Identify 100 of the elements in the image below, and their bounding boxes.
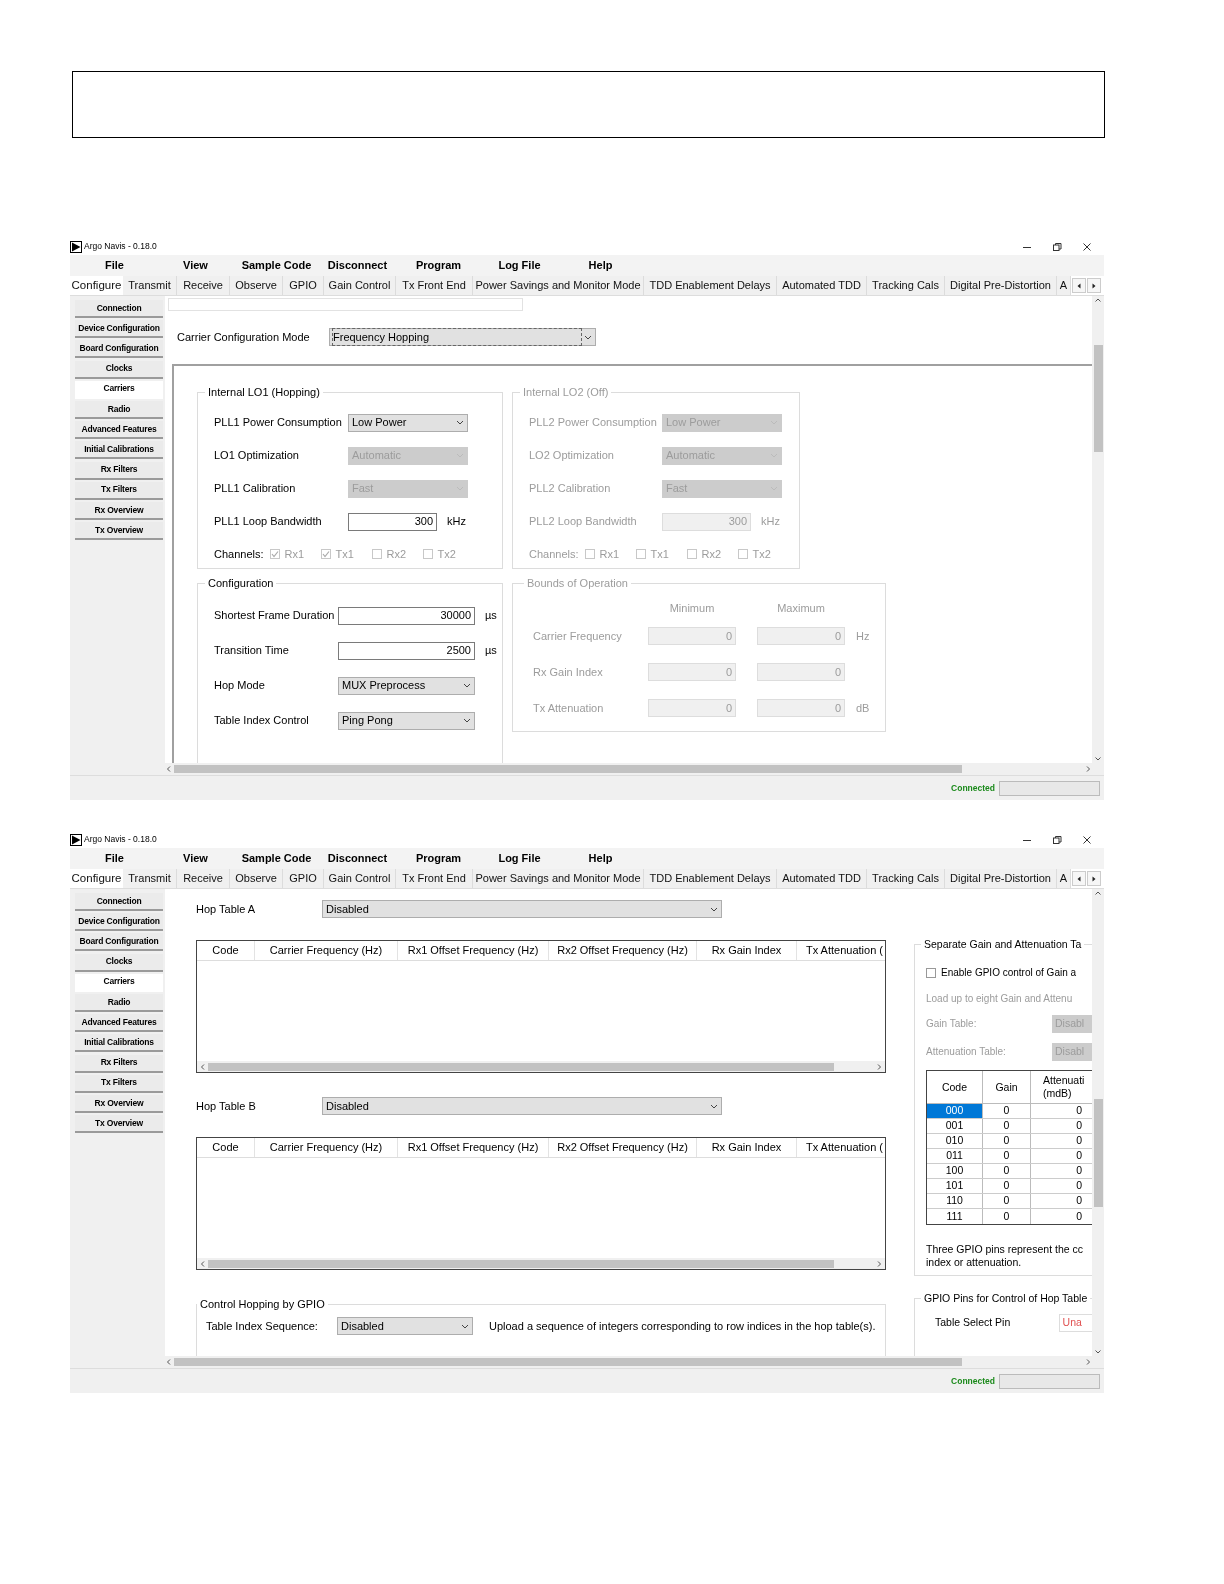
horizontal-scrollbar[interactable] <box>197 1061 885 1072</box>
tab[interactable]: Automated TDD <box>777 869 867 888</box>
tab[interactable]: A <box>1057 869 1071 888</box>
checkbox[interactable] <box>422 549 433 559</box>
sidebar-button[interactable]: Rx Filters <box>75 461 163 480</box>
tab[interactable]: Tracking Cals <box>867 276 945 295</box>
sidebar-button[interactable]: Tx Filters <box>75 1074 163 1093</box>
scroll-up-icon[interactable] <box>1094 889 1102 897</box>
scroll-up-icon[interactable] <box>1094 296 1102 304</box>
menu-item[interactable]: Help <box>560 850 641 867</box>
tab[interactable]: Digital Pre-Distortion <box>945 869 1057 888</box>
checkbox[interactable] <box>371 549 382 559</box>
scroll-down-icon[interactable] <box>1094 1348 1102 1356</box>
scroll-right-icon[interactable] <box>875 1259 883 1268</box>
dropdown[interactable]: MUX Preprocess <box>338 676 475 695</box>
dropdown[interactable]: Frequency Hopping <box>329 328 596 346</box>
tab[interactable]: GPIO <box>283 276 324 295</box>
tab[interactable]: Observe <box>230 869 283 888</box>
sidebar-button[interactable]: Connection <box>75 300 163 318</box>
sidebar-button[interactable]: Clocks <box>75 360 163 379</box>
scroll-thumb[interactable] <box>208 1259 835 1268</box>
dropdown[interactable]: Ping Pong <box>338 711 475 730</box>
tab[interactable]: Receive <box>177 869 230 888</box>
tab[interactable]: Power Savings and Monitor Mode <box>473 869 644 888</box>
horizontal-scrollbar[interactable] <box>197 1258 885 1269</box>
menu-item[interactable]: Help <box>560 257 641 274</box>
table-cell[interactable]: 100 <box>927 1164 983 1178</box>
menu-item[interactable]: File <box>74 850 155 867</box>
sidebar-button[interactable]: Clocks <box>75 953 163 972</box>
number-field[interactable]: 2500 <box>338 641 475 660</box>
menu-item[interactable]: View <box>155 850 236 867</box>
column-header[interactable]: Tx Attenuation ( <box>797 941 883 960</box>
scroll-thumb[interactable] <box>208 1062 835 1071</box>
sidebar-button[interactable]: Device Configuration <box>75 320 163 339</box>
tab[interactable]: GPIO <box>283 869 324 888</box>
menu-item[interactable]: Program <box>398 257 479 274</box>
column-header[interactable]: Rx2 Offset Frequency (Hz) <box>549 941 697 960</box>
tab[interactable]: TDD Enablement Delays <box>644 869 777 888</box>
table-cell[interactable]: 001 <box>927 1119 983 1133</box>
menu-item[interactable]: Log File <box>479 850 560 867</box>
arrow-left-icon[interactable] <box>1077 282 1081 289</box>
sidebar-button[interactable]: Initial Calibrations <box>75 441 163 460</box>
menu-item[interactable]: Sample Code <box>236 257 317 274</box>
scroll-thumb[interactable] <box>1094 345 1103 453</box>
scroll-down-icon[interactable] <box>1094 755 1102 763</box>
menu-item[interactable]: File <box>74 257 155 274</box>
column-header[interactable]: Rx Gain Index <box>697 941 797 960</box>
sidebar-button[interactable]: Board Configuration <box>75 340 163 359</box>
scroll-left-icon[interactable] <box>199 1259 207 1268</box>
scroll-right-icon[interactable] <box>875 1062 883 1071</box>
tab-scroll-right-button[interactable] <box>1087 278 1101 293</box>
sidebar-button[interactable]: Tx Overview <box>75 1115 163 1134</box>
table-cell[interactable]: 011 <box>927 1149 983 1163</box>
sidebar-button[interactable]: Tx Overview <box>75 522 163 541</box>
sidebar-button[interactable]: Advanced Features <box>75 1014 163 1033</box>
column-header[interactable]: Gain <box>983 1071 1031 1103</box>
tab[interactable]: Transmit <box>123 869 177 888</box>
tab[interactable]: Automated TDD <box>777 276 867 295</box>
tab[interactable]: Transmit <box>123 276 177 295</box>
table-cell[interactable]: 101 <box>927 1179 983 1193</box>
tab[interactable]: Observe <box>230 276 283 295</box>
arrow-left-icon[interactable] <box>1077 875 1081 882</box>
column-header[interactable]: Rx1 Offset Frequency (Hz) <box>398 1138 549 1157</box>
column-header[interactable]: Rx1 Offset Frequency (Hz) <box>398 941 549 960</box>
table-cell[interactable]: 110 <box>927 1194 983 1208</box>
column-header[interactable]: Code <box>927 1071 983 1103</box>
scroll-thumb[interactable] <box>1094 1099 1103 1207</box>
tab[interactable]: Power Savings and Monitor Mode <box>473 276 644 295</box>
checkbox[interactable] <box>269 549 280 559</box>
sidebar-button[interactable]: Device Configuration <box>75 913 163 932</box>
tab[interactable]: Receive <box>177 276 230 295</box>
tab[interactable]: Tx Front End <box>396 276 473 295</box>
tab[interactable]: TDD Enablement Delays <box>644 276 777 295</box>
tab[interactable]: Gain Control <box>324 869 396 888</box>
table-cell[interactable]: 111 <box>927 1209 983 1224</box>
table-cell[interactable]: 000 <box>927 1104 983 1118</box>
column-header[interactable]: Code <box>197 1138 255 1157</box>
sidebar-button[interactable]: Radio <box>75 400 163 419</box>
dropdown[interactable]: Disabled <box>322 900 722 918</box>
tab[interactable]: Tracking Cals <box>867 869 945 888</box>
number-field[interactable]: 30000 <box>338 606 475 625</box>
sidebar-button[interactable]: Rx Overview <box>75 501 163 520</box>
table-cell[interactable]: 010 <box>927 1134 983 1148</box>
vertical-scrollbar[interactable] <box>1092 296 1104 763</box>
sidebar-button[interactable]: Carriers <box>75 973 163 992</box>
scroll-thumb[interactable] <box>174 1358 963 1366</box>
tab-scroll-left-button[interactable] <box>1072 278 1086 293</box>
sidebar-button[interactable]: Tx Filters <box>75 481 163 500</box>
sidebar-button[interactable]: Connection <box>75 893 163 911</box>
arrow-right-icon[interactable] <box>1092 282 1096 289</box>
checkbox[interactable] <box>320 549 331 559</box>
tab[interactable]: A <box>1057 276 1071 295</box>
tab[interactable]: Gain Control <box>324 276 396 295</box>
sidebar-button[interactable]: Board Configuration <box>75 933 163 952</box>
vertical-scrollbar[interactable] <box>1092 889 1104 1356</box>
column-header[interactable]: Rx2 Offset Frequency (Hz) <box>549 1138 697 1157</box>
sidebar-button[interactable]: Carriers <box>75 380 163 399</box>
sidebar-button[interactable]: Radio <box>75 993 163 1012</box>
number-field[interactable]: 300 <box>348 512 437 531</box>
sidebar-button[interactable]: Rx Overview <box>75 1094 163 1113</box>
